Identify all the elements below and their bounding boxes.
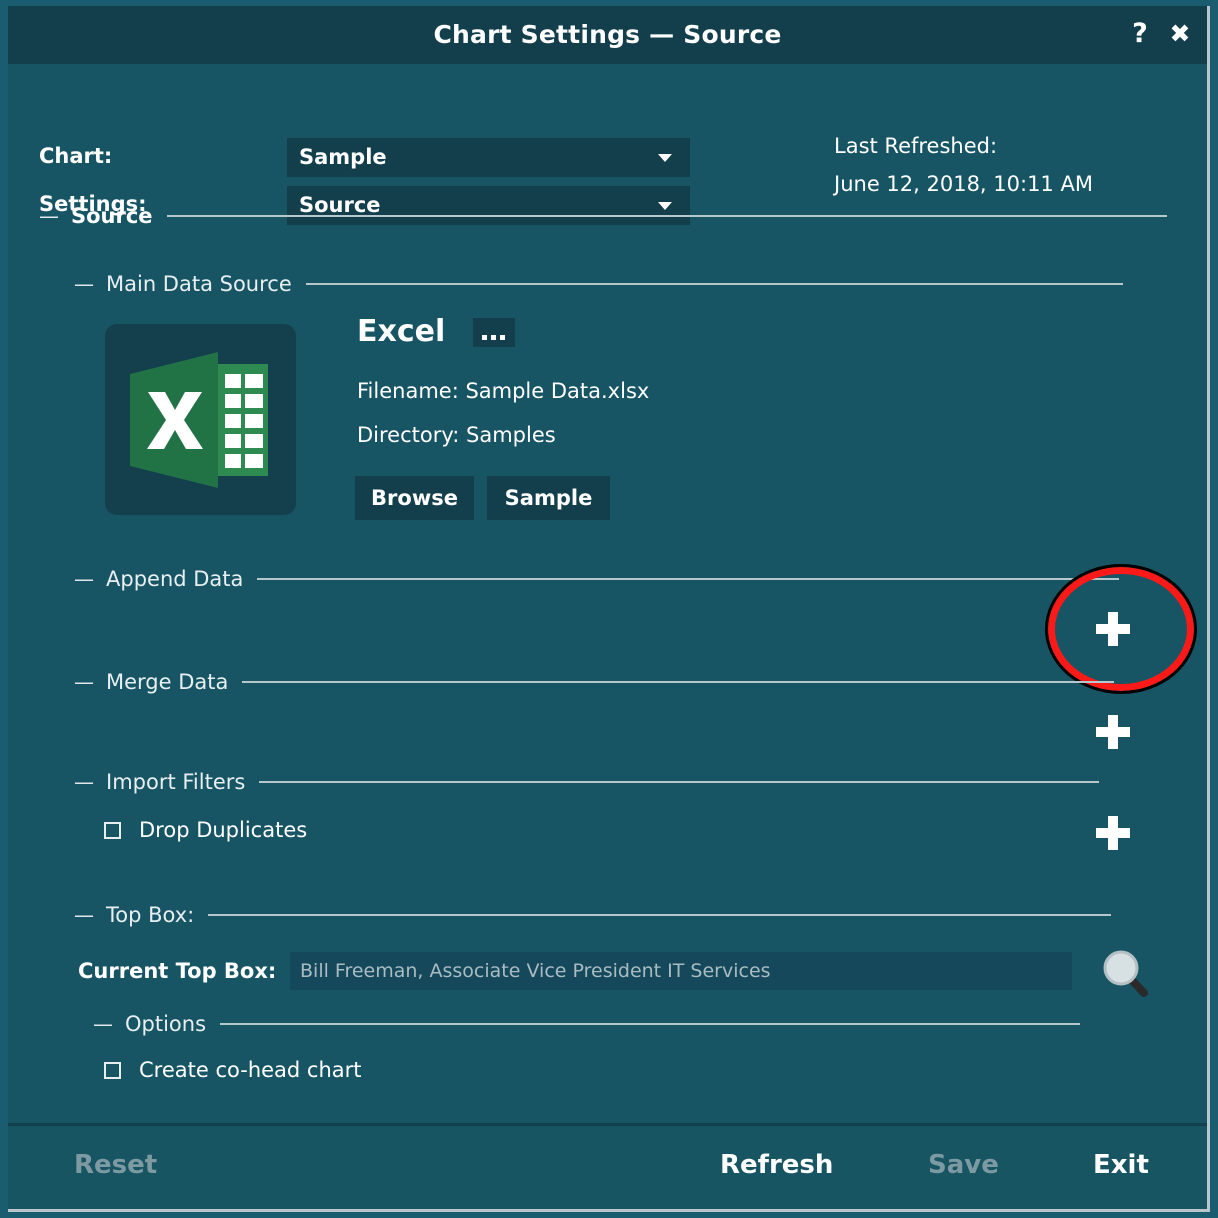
filename-text: Filename: Sample Data.xlsx xyxy=(357,379,649,403)
save-button[interactable]: Save xyxy=(928,1150,999,1180)
section-import-filters-title: Import Filters xyxy=(106,770,245,794)
section-merge-data-title: Merge Data xyxy=(106,670,228,694)
section-main-data-source: — Main Data Source xyxy=(74,272,1123,296)
drop-duplicates-label: Drop Duplicates xyxy=(139,818,307,842)
create-co-head-chart-label: Create co-head chart xyxy=(139,1058,362,1082)
collapse-dash-icon[interactable]: — xyxy=(93,1014,113,1034)
section-merge-data: — Merge Data xyxy=(74,670,1114,694)
dot xyxy=(482,335,487,340)
excel-icon-tile xyxy=(105,324,296,515)
screen: Chart Settings — Source ? ✖ Chart: Sampl… xyxy=(0,0,1218,1218)
current-top-box-input[interactable]: Bill Freeman, Associate Vice President I… xyxy=(290,952,1072,990)
data-source-more-button[interactable] xyxy=(473,318,515,347)
section-options-title: Options xyxy=(125,1012,206,1036)
section-source: — Source xyxy=(39,204,1167,228)
section-rule xyxy=(220,1023,1080,1025)
collapse-dash-icon[interactable]: — xyxy=(39,206,59,226)
current-top-box-label: Current Top Box: xyxy=(78,959,276,983)
close-icon[interactable]: ✖ xyxy=(1161,14,1199,54)
chart-settings-dialog: Chart Settings — Source ? ✖ Chart: Sampl… xyxy=(8,6,1210,1212)
create-co-head-chart-row[interactable]: Create co-head chart xyxy=(104,1058,362,1082)
section-main-data-source-title: Main Data Source xyxy=(106,272,292,296)
chart-select-value: Sample xyxy=(299,138,387,177)
chevron-down-icon xyxy=(658,154,672,162)
dot xyxy=(500,335,505,340)
directory-text: Directory: Samples xyxy=(357,423,556,447)
help-icon[interactable]: ? xyxy=(1121,14,1159,54)
last-refreshed: Last Refreshed: June 12, 2018, 10:11 AM xyxy=(834,134,1093,210)
section-rule xyxy=(242,681,1114,683)
section-rule xyxy=(259,781,1099,783)
exit-button[interactable]: Exit xyxy=(1093,1150,1149,1180)
section-append-data-title: Append Data xyxy=(106,567,243,591)
dialog-header: Chart: Sample Settings: Source Last Refr… xyxy=(8,64,1207,176)
merge-data-add-button[interactable] xyxy=(1096,715,1130,749)
section-top-box-title: Top Box: xyxy=(106,903,194,927)
collapse-dash-icon[interactable]: — xyxy=(74,569,94,589)
section-import-filters: — Import Filters xyxy=(74,770,1099,794)
last-refreshed-label: Last Refreshed: xyxy=(834,134,1093,158)
chart-select[interactable]: Sample xyxy=(287,138,690,177)
section-append-data: — Append Data xyxy=(74,567,1119,591)
footer-bar: Reset Refresh Save Exit xyxy=(8,1126,1207,1209)
refresh-button[interactable]: Refresh xyxy=(720,1150,833,1180)
section-source-title: Source xyxy=(71,204,153,228)
browse-button[interactable]: Browse xyxy=(355,476,474,520)
excel-icon xyxy=(130,352,272,488)
dialog-title: Chart Settings — Source xyxy=(8,6,1207,64)
collapse-dash-icon[interactable]: — xyxy=(74,274,94,294)
data-source-name: Excel xyxy=(357,314,445,349)
collapse-dash-icon[interactable]: — xyxy=(74,672,94,692)
append-data-add-button[interactable] xyxy=(1096,612,1130,646)
title-bar: Chart Settings — Source ? ✖ xyxy=(8,6,1207,64)
magnifier-icon[interactable] xyxy=(1098,946,1152,1000)
dot xyxy=(491,335,496,340)
current-top-box-value: Bill Freeman, Associate Vice President I… xyxy=(300,952,771,990)
section-rule xyxy=(257,578,1119,580)
import-filters-add-button[interactable] xyxy=(1096,816,1130,850)
section-rule xyxy=(208,914,1111,916)
drop-duplicates-row[interactable]: Drop Duplicates xyxy=(104,818,307,842)
collapse-dash-icon[interactable]: — xyxy=(74,772,94,792)
section-rule xyxy=(167,215,1167,217)
section-top-box: — Top Box: xyxy=(74,903,1111,927)
collapse-dash-icon[interactable]: — xyxy=(74,905,94,925)
section-options: — Options xyxy=(93,1012,1080,1036)
create-co-head-chart-checkbox[interactable] xyxy=(104,1062,121,1079)
reset-button[interactable]: Reset xyxy=(74,1150,157,1180)
drop-duplicates-checkbox[interactable] xyxy=(104,822,121,839)
section-rule xyxy=(306,283,1123,285)
last-refreshed-value: June 12, 2018, 10:11 AM xyxy=(834,172,1093,196)
chart-label: Chart: xyxy=(39,144,112,168)
sample-button[interactable]: Sample xyxy=(487,476,610,520)
